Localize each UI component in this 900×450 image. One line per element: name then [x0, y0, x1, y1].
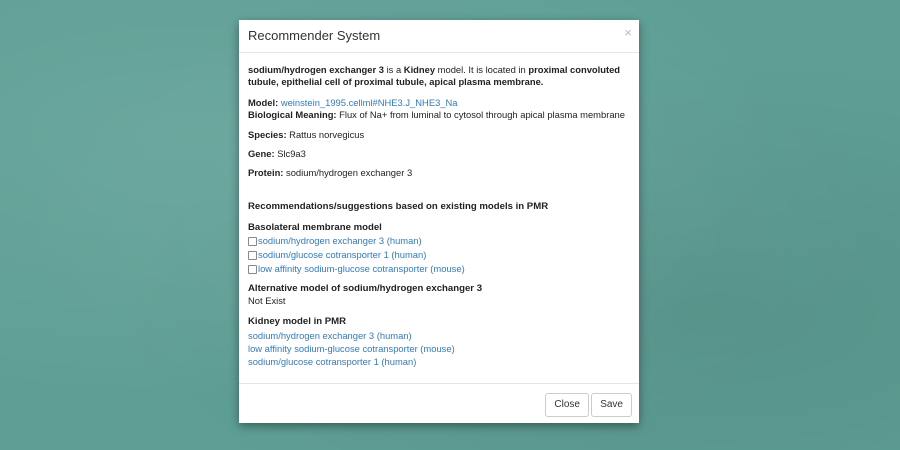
kidney-model-link[interactable]: sodium/glucose cotransporter 1 (human) — [248, 356, 416, 367]
recommender-dialog: Recommender System × sodium/hydrogen exc… — [239, 20, 639, 423]
species-label: Species: — [248, 128, 287, 140]
basolateral-title: Basolateral membrane model — [248, 222, 382, 234]
model-line: Model: weinstein_1995.cellml#NHE3.J_NHE3… — [248, 97, 630, 109]
dialog-title: Recommender System — [248, 28, 381, 43]
model-label: Model: — [248, 96, 279, 108]
checkbox[interactable] — [248, 251, 257, 261]
protein-value: sodium/hydrogen exchanger 3 — [286, 167, 413, 179]
meaning-value: Flux of Na+ from luminal to cytosol thro… — [339, 109, 625, 121]
alternative-value: Not Exist — [248, 295, 286, 307]
intro-is-a: is a — [383, 64, 404, 75]
kidney-title: Kidney model in PMR — [248, 316, 347, 328]
save-button[interactable]: Save — [591, 393, 632, 417]
model-link[interactable]: weinstein_1995.cellml#NHE3.J_NHE3_Na — [281, 97, 458, 108]
close-icon[interactable]: × — [624, 26, 632, 39]
alternative-title: Alternative model of sodium/hydrogen exc… — [248, 282, 483, 294]
meaning-line: Biological Meaning: Flux of Na+ from lum… — [248, 109, 630, 121]
gene-value: Slc9a3 — [277, 148, 306, 160]
intro-located-text: model. It is located in — [435, 64, 529, 75]
kidney-model-list: sodium/hydrogen exchanger 3 (human) low … — [248, 329, 630, 368]
dialog-footer: Close Save — [239, 383, 639, 423]
intro-organ: Kidney — [403, 64, 436, 75]
checkbox[interactable] — [248, 237, 257, 247]
species-value: Rattus norvegicus — [289, 128, 365, 140]
dialog-header: Recommender System × — [239, 20, 639, 53]
kidney-model-link[interactable]: low affinity sodium-glucose cotransporte… — [248, 343, 455, 354]
intro-model-name: sodium/hydrogen exchanger 3 — [248, 64, 384, 75]
basolateral-option-label[interactable]: low affinity sodium-glucose cotransporte… — [258, 263, 465, 275]
basolateral-option-label[interactable]: sodium/hydrogen exchanger 3 (human) — [258, 235, 422, 247]
gene-line: Gene: Slc9a3 — [248, 148, 630, 160]
basolateral-option[interactable]: sodium/glucose cotransporter 1 (human) — [248, 249, 630, 263]
kidney-model-link[interactable]: sodium/hydrogen exchanger 3 (human) — [248, 330, 412, 341]
checkbox[interactable] — [248, 265, 257, 275]
intro-text: sodium/hydrogen exchanger 3 is a Kidney … — [248, 64, 630, 89]
basolateral-option[interactable]: low affinity sodium-glucose cotransporte… — [248, 263, 630, 277]
dialog-body: sodium/hydrogen exchanger 3 is a Kidney … — [239, 53, 639, 403]
protein-label: Protein: — [248, 167, 284, 179]
recommendations-heading: Recommendations/suggestions based on exi… — [248, 200, 549, 212]
meaning-label: Biological Meaning: — [248, 109, 337, 121]
species-line: Species: Rattus norvegicus — [248, 129, 630, 141]
gene-label: Gene: — [248, 148, 275, 160]
basolateral-option-label[interactable]: sodium/glucose cotransporter 1 (human) — [258, 249, 426, 261]
close-button[interactable]: Close — [545, 393, 589, 417]
basolateral-option[interactable]: sodium/hydrogen exchanger 3 (human) — [248, 235, 630, 249]
protein-line: Protein: sodium/hydrogen exchanger 3 — [248, 167, 630, 179]
